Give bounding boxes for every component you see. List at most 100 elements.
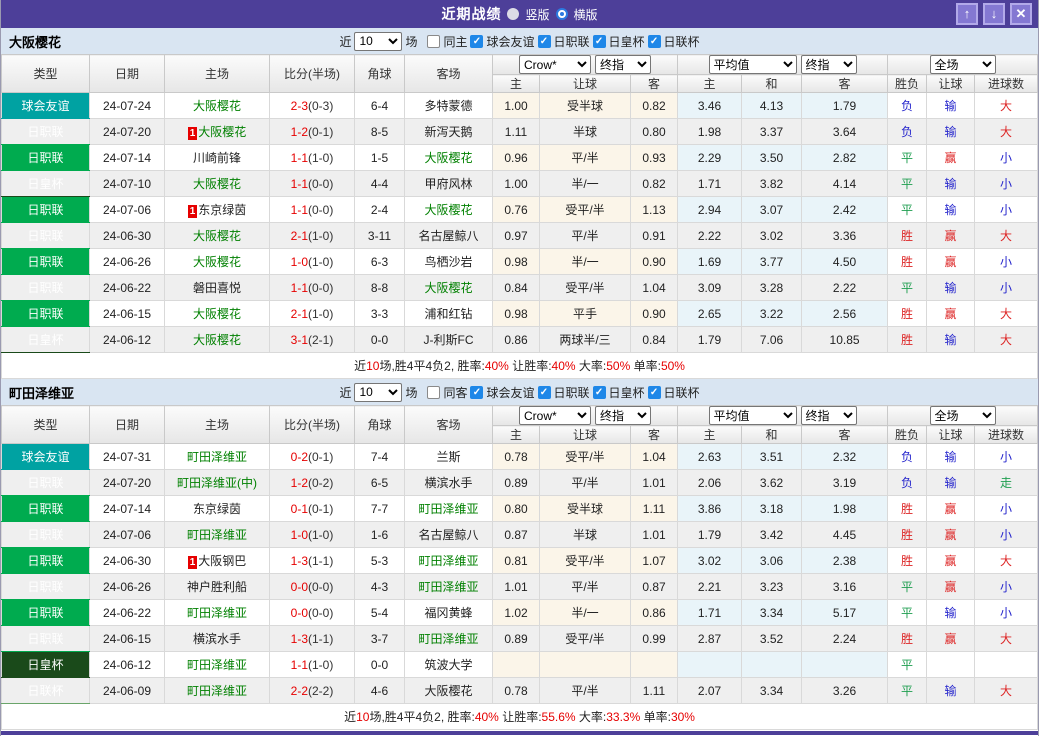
match-type-cell[interactable]: 球会友谊 [1, 443, 90, 470]
fulltime-score-link[interactable]: 2-3 [291, 99, 308, 113]
away-team-link[interactable]: 鸟栖沙岩 [424, 255, 472, 269]
close-button[interactable]: ✕ [1010, 3, 1032, 25]
away-team-link[interactable]: 名古屋鲸八 [418, 528, 478, 542]
vertical-layout-radio[interactable] [507, 8, 520, 20]
bookmaker-select[interactable]: Crow* [519, 406, 591, 425]
match-type-cell[interactable]: 日职联 [1, 118, 90, 145]
match-type-cell[interactable]: 日职联 [1, 222, 90, 249]
away-team-link[interactable]: 名古屋鲸八 [418, 229, 478, 243]
away-team-link[interactable]: 新泻天鹅 [424, 125, 472, 139]
home-team-link[interactable]: 磐田喜悦 [193, 281, 241, 295]
away-team-link[interactable]: 兰斯 [436, 450, 460, 464]
home-team-link[interactable]: 大阪樱花 [193, 333, 241, 347]
handicap-stage-select[interactable]: 终指 [595, 55, 651, 74]
match-type-cell[interactable]: 日联杯 [1, 677, 90, 704]
fulltime-score-link[interactable]: 1-0 [291, 255, 308, 269]
match-type-cell[interactable]: 日职联 [1, 521, 90, 548]
fulltime-score-link[interactable]: 1-1 [291, 281, 308, 295]
match-type-cell[interactable]: 日皇杯 [1, 170, 90, 197]
home-team-link[interactable]: 神户胜利船 [187, 580, 247, 594]
fulltime-score-link[interactable]: 1-2 [291, 476, 308, 490]
fulltime-score-link[interactable]: 0-0 [291, 580, 308, 594]
fulltime-score-link[interactable]: 2-1 [291, 307, 308, 321]
bookmaker-select[interactable]: Crow* [519, 55, 591, 74]
league-checkbox-friendly[interactable] [470, 34, 484, 48]
home-team-link[interactable]: 大阪樱花 [193, 99, 241, 113]
home-team-link[interactable]: 大阪樱花 [193, 177, 241, 191]
fulltime-score-link[interactable]: 0-2 [291, 450, 308, 464]
away-team-link[interactable]: 多特蒙德 [424, 99, 472, 113]
home-team-link[interactable]: 町田泽维亚 [187, 606, 247, 620]
match-type-cell[interactable]: 日职联 [1, 495, 90, 522]
move-down-button[interactable]: ↓ [983, 3, 1005, 25]
away-team-link[interactable]: 大阪樱花 [424, 151, 472, 165]
league-checkbox-league-cup[interactable] [647, 34, 661, 48]
horizontal-layout-radio[interactable] [555, 8, 568, 20]
europe-stage-select[interactable]: 终指 [800, 55, 857, 74]
away-team-link[interactable]: J-利斯FC [424, 333, 474, 347]
fulltime-score-link[interactable]: 1-3 [291, 632, 308, 646]
home-team-link[interactable]: 町田泽维亚 [187, 528, 247, 542]
home-team-link[interactable]: 大阪樱花 [193, 229, 241, 243]
fulltime-score-link[interactable]: 2-1 [291, 229, 308, 243]
match-scope-select[interactable]: 全场 [929, 406, 996, 425]
home-team-link[interactable]: 大阪樱花 [193, 307, 241, 321]
match-type-cell[interactable]: 日职联 [1, 274, 90, 301]
away-team-link[interactable]: 甲府风林 [424, 177, 472, 191]
home-team-link[interactable]: 大阪樱花 [193, 255, 241, 269]
match-type-cell[interactable]: 球会友谊 [1, 92, 90, 119]
league-checkbox-jleague[interactable] [537, 34, 551, 48]
match-type-cell[interactable]: 日职联 [1, 300, 90, 327]
match-type-cell[interactable]: 日皇杯 [1, 326, 90, 353]
away-team-link[interactable]: 横滨水手 [424, 476, 472, 490]
fulltime-score-link[interactable]: 1-0 [291, 528, 308, 542]
league-checkbox-league-cup[interactable] [647, 385, 661, 399]
fulltime-score-link[interactable]: 3-1 [291, 333, 308, 347]
fulltime-score-link[interactable]: 1-1 [291, 177, 308, 191]
fulltime-score-link[interactable]: 1-1 [291, 151, 308, 165]
league-checkbox-jleague[interactable] [537, 385, 551, 399]
league-checkbox-friendly[interactable] [470, 385, 484, 399]
home-team-link[interactable]: 町田泽维亚 [187, 658, 247, 672]
away-team-link[interactable]: 町田泽维亚 [418, 580, 478, 594]
move-up-button[interactable]: ↑ [956, 3, 978, 25]
home-team-link[interactable]: 町田泽维亚 [187, 450, 247, 464]
same-venue-checkbox[interactable] [427, 34, 441, 48]
average-odds-select[interactable]: 平均值 [708, 406, 797, 425]
away-team-link[interactable]: 福冈黄蜂 [424, 606, 472, 620]
home-team-link[interactable]: 东京绿茵 [198, 203, 246, 217]
match-type-cell[interactable]: 日职联 [1, 196, 90, 223]
home-team-link[interactable]: 东京绿茵 [193, 502, 241, 516]
home-team-link[interactable]: 大阪樱花 [198, 125, 246, 139]
match-scope-select[interactable]: 全场 [929, 55, 996, 74]
fulltime-score-link[interactable]: 1-1 [291, 658, 308, 672]
average-odds-select[interactable]: 平均值 [708, 55, 797, 74]
away-team-link[interactable]: 町田泽维亚 [418, 632, 478, 646]
match-type-cell[interactable]: 日职联 [1, 573, 90, 600]
away-team-link[interactable]: 大阪樱花 [424, 684, 472, 698]
match-type-cell[interactable]: 日职联 [1, 625, 90, 652]
fulltime-score-link[interactable]: 1-2 [291, 125, 308, 139]
league-checkbox-emperor-cup[interactable] [592, 34, 606, 48]
away-team-link[interactable]: 大阪樱花 [424, 281, 472, 295]
handicap-stage-select[interactable]: 终指 [595, 406, 651, 425]
fulltime-score-link[interactable]: 0-1 [291, 502, 308, 516]
home-team-link[interactable]: 川崎前锋 [193, 151, 241, 165]
match-type-cell[interactable]: 日职联 [1, 144, 90, 171]
match-type-cell[interactable]: 日职联 [1, 248, 90, 275]
away-team-link[interactable]: 大阪樱花 [424, 203, 472, 217]
away-team-link[interactable]: 町田泽维亚 [418, 502, 478, 516]
fulltime-score-link[interactable]: 1-1 [291, 203, 308, 217]
fulltime-score-link[interactable]: 0-0 [291, 606, 308, 620]
away-team-link[interactable]: 浦和红钻 [424, 307, 472, 321]
same-venue-checkbox[interactable] [427, 385, 441, 399]
recent-count-select[interactable]: 10 [354, 31, 403, 51]
recent-count-select[interactable]: 10 [354, 382, 403, 402]
match-type-cell[interactable]: 日职联 [1, 599, 90, 626]
away-team-link[interactable]: 町田泽维亚 [418, 554, 478, 568]
fulltime-score-link[interactable]: 2-2 [291, 684, 308, 698]
home-team-link[interactable]: 町田泽维亚 [187, 684, 247, 698]
home-team-link[interactable]: 町田泽维亚(中) [177, 476, 257, 490]
fulltime-score-link[interactable]: 1-3 [291, 554, 308, 568]
home-team-link[interactable]: 大阪钢巴 [198, 554, 246, 568]
